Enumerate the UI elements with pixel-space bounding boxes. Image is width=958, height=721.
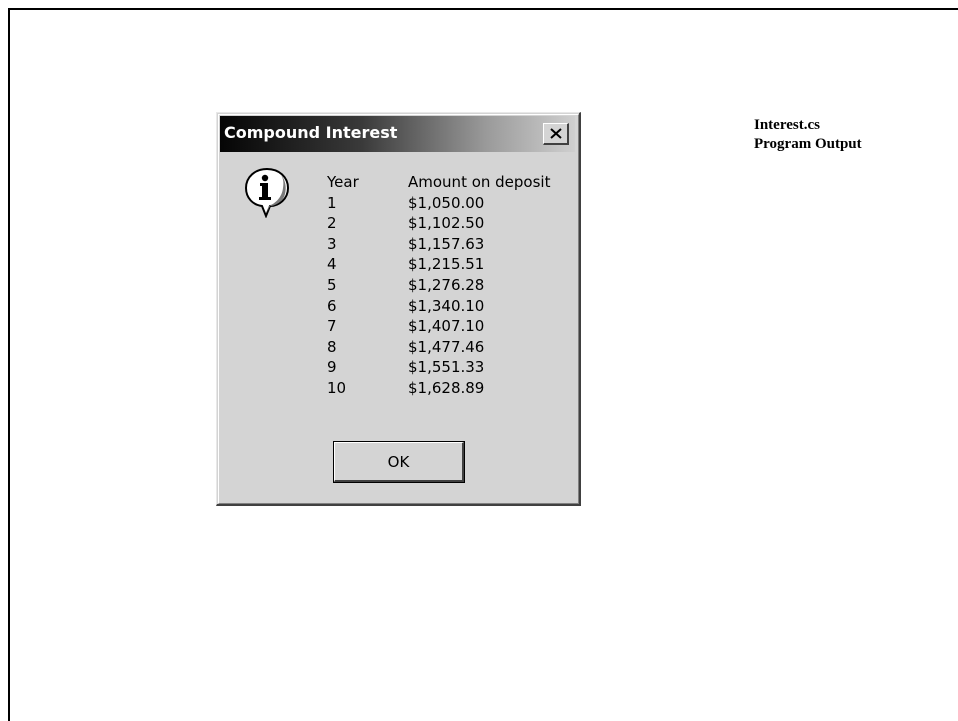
- amount-cell: $1,157.63: [408, 234, 485, 253]
- table-header: Year Amount on deposit: [327, 172, 550, 193]
- dialog-title: Compound Interest: [224, 123, 398, 142]
- ok-button[interactable]: OK: [333, 441, 465, 483]
- caption-subtitle: Program Output: [754, 136, 862, 152]
- header-amount: Amount on deposit: [408, 173, 551, 191]
- table-row: 8 $1,477.46: [327, 337, 550, 358]
- table-row: 10 $1,628.89: [327, 378, 550, 399]
- slide-caption: Interest.cs Program Output: [754, 116, 862, 154]
- interest-table: Year Amount on deposit 1 $1,050.00 2 $1,…: [327, 172, 550, 399]
- amount-cell: $1,407.10: [408, 317, 485, 336]
- close-button[interactable]: [543, 123, 569, 145]
- year-cell: 7: [327, 317, 337, 336]
- year-cell: 8: [327, 337, 337, 356]
- caption-filename: Interest.cs: [754, 117, 820, 133]
- amount-cell: $1,050.00: [408, 193, 485, 212]
- dialog-titlebar[interactable]: Compound Interest: [220, 116, 575, 152]
- close-icon: [549, 128, 562, 139]
- amount-cell: $1,551.33: [408, 358, 485, 377]
- slide: Interest.cs Program Output Compound Inte…: [0, 0, 958, 721]
- table-row: 2 $1,102.50: [327, 213, 550, 234]
- year-cell: 6: [327, 296, 337, 315]
- slide-border-top: [8, 8, 958, 10]
- amount-cell: $1,477.46: [408, 337, 485, 356]
- amount-cell: $1,102.50: [408, 214, 485, 233]
- year-cell: 1: [327, 193, 337, 212]
- table-row: 1 $1,050.00: [327, 193, 550, 214]
- year-cell: 4: [327, 255, 337, 274]
- compound-interest-dialog: Compound Interest Year Amount on deposit…: [216, 112, 581, 506]
- header-year: Year: [327, 173, 359, 191]
- amount-cell: $1,628.89: [408, 378, 485, 397]
- year-cell: 10: [327, 378, 347, 397]
- amount-cell: $1,215.51: [408, 255, 485, 274]
- amount-cell: $1,340.10: [408, 296, 485, 315]
- information-icon: [244, 167, 290, 218]
- year-cell: 3: [327, 234, 337, 253]
- year-cell: 2: [327, 214, 337, 233]
- table-row: 4 $1,215.51: [327, 254, 550, 275]
- amount-cell: $1,276.28: [408, 275, 485, 294]
- slide-border-left: [8, 8, 10, 721]
- year-cell: 9: [327, 358, 337, 377]
- table-row: 5 $1,276.28: [327, 275, 550, 296]
- table-row: 6 $1,340.10: [327, 296, 550, 317]
- table-row: 7 $1,407.10: [327, 316, 550, 337]
- table-row: 3 $1,157.63: [327, 234, 550, 255]
- table-row: 9 $1,551.33: [327, 357, 550, 378]
- year-cell: 5: [327, 275, 337, 294]
